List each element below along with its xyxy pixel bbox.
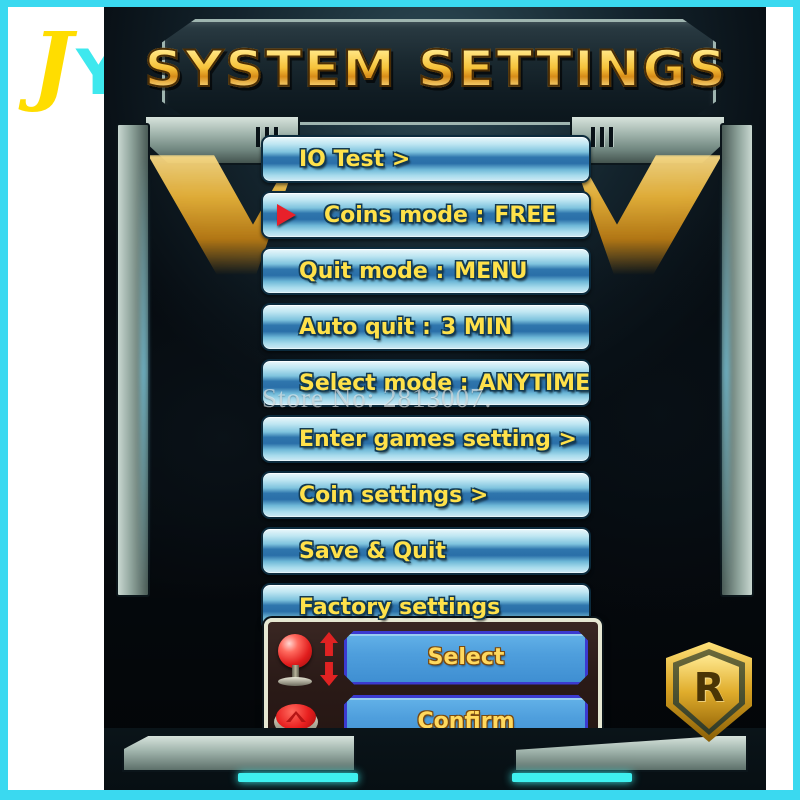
menu-item-6[interactable]: Coin settings >	[261, 471, 591, 519]
direction-arrows	[317, 632, 341, 690]
title-bar: SYSTEM SETTINGS	[143, 19, 727, 119]
menu-item-0[interactable]: IO Test >	[261, 135, 591, 183]
vent-slits-right	[591, 127, 614, 147]
joystick-icon	[276, 634, 316, 688]
menu-item-3[interactable]: Auto quit :3 MIN	[261, 303, 591, 351]
menu-item-label: Select mode : ANYTIME	[299, 370, 591, 396]
arcade-button-top	[276, 704, 316, 730]
logo-letter-j: J	[32, 14, 73, 115]
screenshot-root: J Y SYSTEM SETTINGS IO Test > Coins mode …	[0, 0, 800, 800]
menu-item-label: Save & Quit	[299, 538, 446, 564]
menu-item-4[interactable]: Select mode : ANYTIME	[261, 359, 591, 407]
menu-item-label: Auto quit :3 MIN	[299, 314, 513, 340]
glow-rail-left	[140, 157, 148, 587]
menu-item-label: IO Test >	[299, 146, 411, 172]
frame-border-bottom	[0, 790, 800, 800]
menu-item-label: Enter games setting >	[299, 426, 577, 452]
joystick-base	[278, 677, 312, 686]
bezel-glow-right	[512, 773, 632, 782]
menu-item-value: MENU	[454, 258, 528, 284]
menu-item-value: FREE	[494, 202, 557, 228]
select-button[interactable]: Select	[344, 631, 588, 685]
r-shield-emblem: R	[666, 642, 752, 742]
glow-rail-right	[722, 157, 730, 587]
joystick-ball	[278, 634, 312, 668]
arrow-up-icon	[320, 632, 338, 656]
select-button-label: Select	[427, 645, 505, 670]
menu-item-label: Quit mode : MENU	[299, 258, 528, 284]
menu-item-label: Coins mode : FREE	[324, 202, 557, 228]
menu-item-5[interactable]: Enter games setting >	[261, 415, 591, 463]
arcade-screen: SYSTEM SETTINGS IO Test > Coins mode : FRE…	[104, 7, 766, 790]
frame-border-top	[0, 0, 800, 7]
menu-item-label: Factory settings	[299, 594, 501, 620]
menu-item-label: Coin settings >	[299, 482, 489, 508]
settings-menu: IO Test > Coins mode : FREE Quit mode : MENU…	[261, 135, 591, 639]
arrow-down-icon	[320, 662, 338, 686]
menu-item-7[interactable]: Save & Quit	[261, 527, 591, 575]
shield-letter: R	[693, 665, 725, 711]
gold-chevron-right	[572, 155, 722, 275]
page-title: SYSTEM SETTINGS	[143, 39, 728, 99]
frame-border-right	[793, 0, 800, 800]
menu-item-1[interactable]: Coins mode : FREE	[261, 191, 591, 239]
frame-border-left	[0, 0, 8, 800]
selection-cursor-icon	[277, 204, 318, 226]
menu-item-value: 3 MIN	[440, 314, 513, 340]
menu-item-2[interactable]: Quit mode : MENU	[261, 247, 591, 295]
bezel-plate-left	[122, 734, 356, 772]
bezel-glow-left	[238, 773, 358, 782]
menu-item-value: ANYTIME	[478, 370, 591, 396]
